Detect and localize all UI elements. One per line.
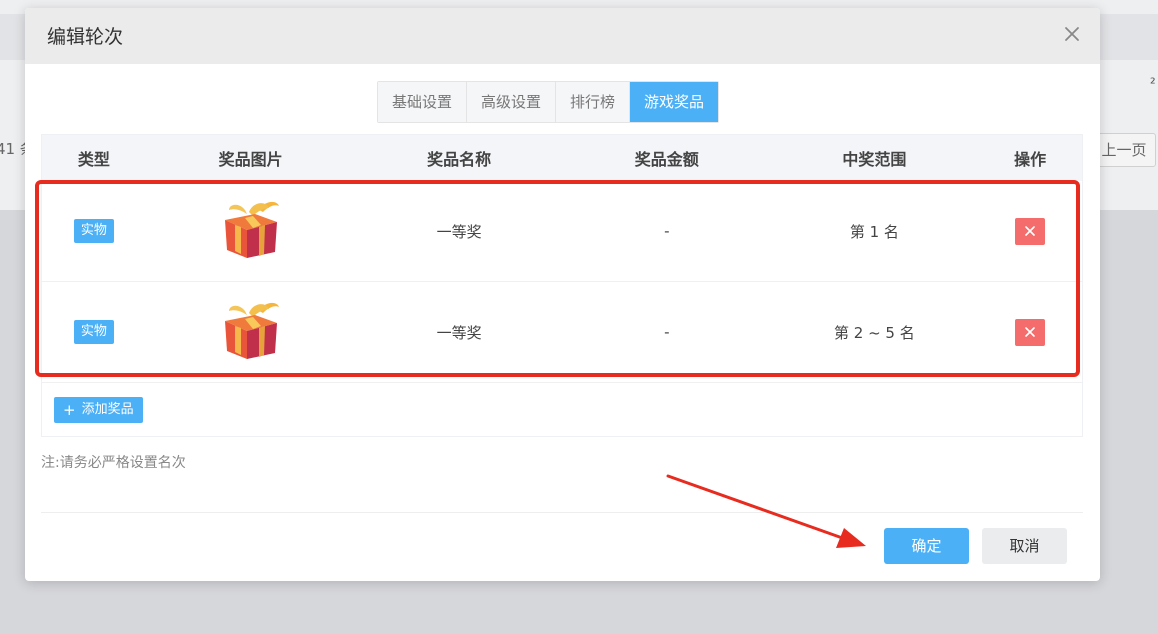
- prize-table: 类型 奖品图片 奖品名称 奖品金额 中奖范围 操作 实物 一等奖 - 第 1 名…: [41, 134, 1083, 437]
- prize-amount: -: [664, 222, 670, 240]
- table-header: 类型 奖品图片 奖品名称 奖品金额 中奖范围 操作: [42, 135, 1082, 181]
- edit-round-modal: 编辑轮次 基础设置 高级设置 排行榜 游戏奖品 类型 奖品图片 奖品名称 奖品金…: [25, 8, 1100, 581]
- tab-leaderboard[interactable]: 排行榜: [556, 82, 631, 122]
- add-prize-label: 添加奖品: [81, 402, 134, 417]
- prize-name: 一等奖: [436, 222, 482, 241]
- cancel-button[interactable]: 取消: [982, 528, 1067, 564]
- column-header-image: 奖品图片: [218, 150, 283, 169]
- close-icon: [1025, 226, 1035, 236]
- add-prize-button[interactable]: + 添加奖品: [54, 397, 143, 423]
- table-row: 实物 一等奖 - 第 1 名: [42, 181, 1082, 282]
- column-header-type: 类型: [77, 150, 110, 169]
- tab-advanced-settings[interactable]: 高级设置: [467, 82, 557, 122]
- delete-prize-button[interactable]: [1015, 318, 1046, 346]
- prize-range: 第 1 名: [849, 222, 899, 241]
- gift-box-icon: [224, 201, 279, 258]
- table-row: 实物 一等奖 - 第 2 ~ 5 名: [42, 282, 1082, 383]
- prize-type-badge: 实物: [73, 320, 114, 344]
- column-header-name: 奖品名称: [427, 150, 492, 169]
- close-icon: [1025, 327, 1035, 337]
- background-prev-page-button[interactable]: 上一页: [1092, 133, 1156, 167]
- column-header-range: 中奖范围: [842, 150, 907, 169]
- gift-box-icon: [224, 302, 279, 359]
- ranking-note: 注:请务必严格设置名次: [41, 455, 186, 471]
- prize-type-badge: 实物: [73, 219, 114, 243]
- close-icon: [1065, 27, 1079, 41]
- plus-icon: +: [63, 401, 76, 419]
- background-edge-glyph: ²: [1150, 76, 1156, 92]
- prize-name: 一等奖: [436, 323, 482, 342]
- confirm-button[interactable]: 确定: [884, 528, 969, 564]
- settings-tabs: 基础设置 高级设置 排行榜 游戏奖品: [377, 81, 720, 123]
- tab-basic-settings[interactable]: 基础设置: [378, 82, 468, 122]
- modal-title: 编辑轮次: [47, 26, 124, 48]
- delete-prize-button[interactable]: [1015, 217, 1046, 245]
- column-header-amount: 奖品金额: [634, 150, 699, 169]
- footer-divider: [41, 512, 1083, 513]
- prize-range: 第 2 ~ 5 名: [834, 323, 915, 342]
- tab-game-prizes[interactable]: 游戏奖品: [630, 82, 719, 122]
- prize-amount: -: [664, 323, 670, 341]
- add-prize-row: + 添加奖品: [42, 383, 1082, 437]
- column-header-actions: 操作: [1014, 150, 1047, 169]
- close-button[interactable]: [1062, 24, 1082, 44]
- modal-header: 编辑轮次: [25, 8, 1100, 64]
